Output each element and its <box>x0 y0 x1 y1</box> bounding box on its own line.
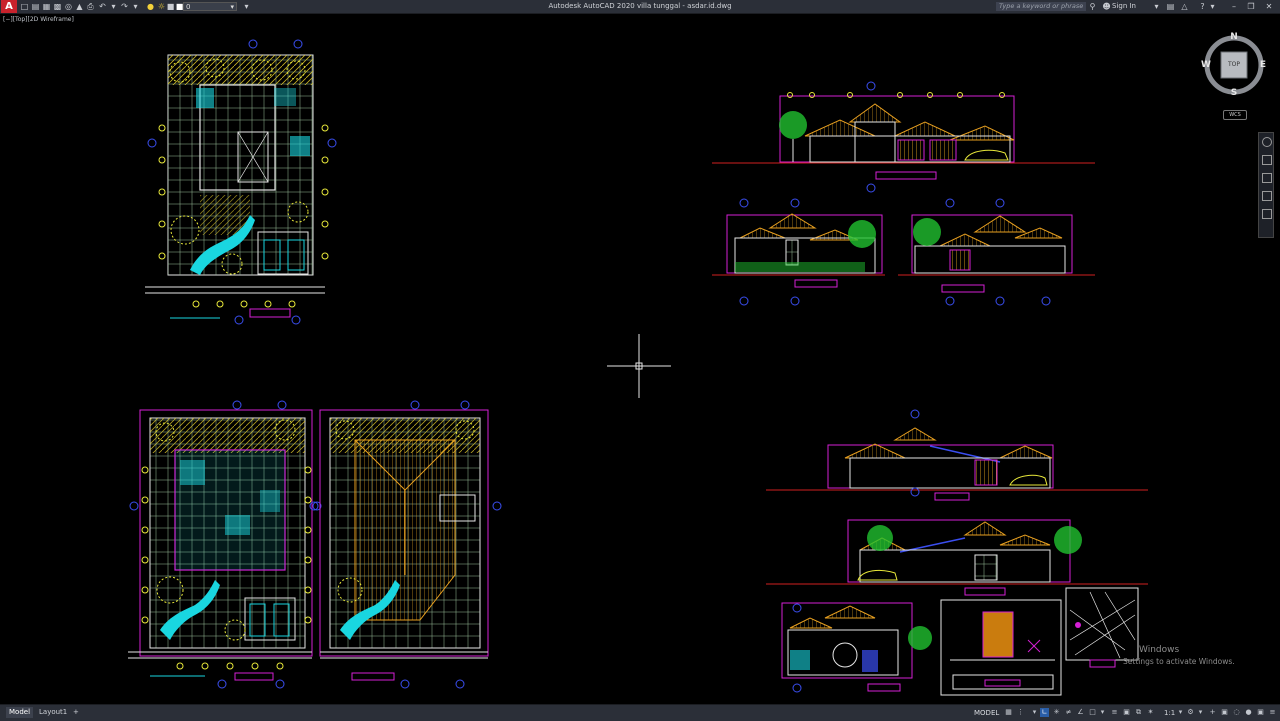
navigation-bar[interactable] <box>1258 132 1274 238</box>
object-snap-icon[interactable]: □ <box>1088 708 1097 717</box>
sun-icon[interactable]: ☼ <box>157 2 166 11</box>
web-open-icon[interactable]: ◎ <box>64 2 73 11</box>
isometric-icon[interactable]: ≠ <box>1064 708 1073 717</box>
lightbulb-icon[interactable]: ● <box>146 2 155 11</box>
workspace-dropdown-icon[interactable]: ▾ <box>1196 708 1205 717</box>
object-snap-dropdown-icon[interactable]: ▾ <box>1098 708 1107 717</box>
object-snap-tracking-icon[interactable]: ∠ <box>1076 708 1085 717</box>
ortho-icon[interactable]: ∟ <box>1040 708 1049 717</box>
compass-east[interactable]: E <box>1257 60 1269 70</box>
tab-layout1[interactable]: Layout1 <box>36 707 70 718</box>
section-c-drawing <box>781 602 932 693</box>
showmotion-icon[interactable] <box>1262 209 1272 219</box>
activation-watermark-text: Settings to activate Windows. <box>1123 657 1235 666</box>
layer-value: 0 <box>186 3 191 11</box>
crosshair-cursor <box>607 334 671 398</box>
selection-cycling-icon[interactable]: ⧉ <box>1134 708 1143 717</box>
annotation-visibility-icon[interactable]: ✶ <box>1146 708 1155 717</box>
minimize-button[interactable]: – <box>1228 0 1240 13</box>
compass-south[interactable]: S <box>1228 88 1240 98</box>
chevron-down-icon: ▾ <box>230 3 234 11</box>
site-plan-drawing <box>145 39 337 325</box>
polar-tracking-icon[interactable]: ✳ <box>1052 708 1061 717</box>
isolate-objects-icon[interactable]: ● <box>1244 708 1253 717</box>
maximize-button[interactable]: ❐ <box>1245 0 1257 13</box>
user-icon[interactable]: ☻ <box>1102 2 1111 11</box>
side-elevation-left-drawing <box>712 198 885 306</box>
zoom-icon[interactable] <box>1262 173 1272 183</box>
snap-icon[interactable]: ⋮ <box>1016 708 1025 717</box>
help-dropdown-icon[interactable]: ▾ <box>1208 2 1217 11</box>
units-icon[interactable]: ◌ <box>1232 708 1241 717</box>
autodesk-account-icon[interactable]: △ <box>1180 2 1189 11</box>
viewcube[interactable]: N S E W TOP <box>1200 30 1269 102</box>
pan-icon[interactable] <box>1262 155 1272 165</box>
floor-plan-drawing <box>128 400 322 689</box>
web-save-icon[interactable]: ▲ <box>75 2 84 11</box>
wcs-menu[interactable]: WCS <box>1223 110 1247 120</box>
lineweight-icon[interactable]: ≡ <box>1110 708 1119 717</box>
close-button[interactable]: ✕ <box>1263 0 1275 13</box>
search-icon[interactable]: ⚲ <box>1088 2 1097 11</box>
customize-icon[interactable]: ≡ <box>1268 708 1277 717</box>
layer-dropdown[interactable]: 0 ▾ <box>183 2 237 11</box>
add-icon[interactable]: + <box>1208 708 1217 717</box>
steering-wheel-icon[interactable] <box>1262 137 1272 147</box>
cad-drawing <box>128 39 1148 696</box>
search-input[interactable]: Type a keyword or phrase <box>996 2 1086 11</box>
new-file-icon[interactable]: □ <box>20 2 29 11</box>
redo-icon[interactable]: ↷ <box>120 2 129 11</box>
section-b-drawing <box>766 519 1148 596</box>
sign-in-dropdown-icon[interactable]: ▾ <box>1152 2 1161 11</box>
elevation-detail-drawing <box>940 599 1062 696</box>
title-bar: A □ ▤ ▦ ▩ ◎ ▲ ⎙ ↶ ▾ ↷ ▾ ● ☼ ■ ■ 0 ▾ ▾ Au… <box>0 0 1280 14</box>
help-icon[interactable]: ? <box>1198 2 1207 11</box>
customize-quick-access-icon[interactable]: ▾ <box>242 2 251 11</box>
autocad-logo[interactable]: A <box>1 0 17 13</box>
annotation-monitor-icon[interactable]: ▣ <box>1220 708 1229 717</box>
autodesk-app-store-icon[interactable]: ▤ <box>1166 2 1175 11</box>
add-layout-button[interactable]: + <box>70 707 82 718</box>
model-space-button[interactable]: MODEL <box>974 708 999 718</box>
open-file-icon[interactable]: ▤ <box>31 2 40 11</box>
front-elevation-drawing <box>712 81 1095 193</box>
sign-in-button[interactable]: Sign In <box>1112 0 1136 13</box>
compass-west[interactable]: W <box>1200 60 1212 70</box>
grid-icon[interactable]: ▦ <box>1004 708 1013 717</box>
plot-icon[interactable]: ⎙ <box>86 2 95 11</box>
undo-icon[interactable]: ↶ <box>98 2 107 11</box>
roof-plan-drawing <box>309 400 502 689</box>
save-as-icon[interactable]: ▩ <box>53 2 62 11</box>
undo-dropdown-icon[interactable]: ▾ <box>109 2 118 11</box>
compass-north[interactable]: N <box>1228 32 1240 42</box>
orbit-icon[interactable] <box>1262 191 1272 201</box>
scale-dropdown-icon[interactable]: ▾ <box>1176 708 1185 717</box>
location-map-drawing <box>1065 587 1139 668</box>
tab-model[interactable]: Model <box>6 707 34 718</box>
clean-screen-icon[interactable]: ▣ <box>1256 708 1265 717</box>
snap-dropdown-icon[interactable]: ▾ <box>1030 708 1039 717</box>
status-bar: Model Layout1 + MODEL ▦ ⋮ ▾ ∟ ✳ ≠ ∠ □ ▾ … <box>0 704 1280 721</box>
side-elevation-right-drawing <box>898 198 1095 306</box>
section-a-drawing <box>766 409 1148 501</box>
redo-dropdown-icon[interactable]: ▾ <box>131 2 140 11</box>
transparency-icon[interactable]: ▣ <box>1122 708 1131 717</box>
save-icon[interactable]: ▦ <box>42 2 51 11</box>
activation-watermark-title: Windows <box>1139 645 1180 655</box>
annotation-scale[interactable]: 1:1 <box>1164 708 1175 718</box>
lock-icon[interactable]: ■ <box>166 2 175 11</box>
workspace-gear-icon[interactable]: ⚙ <box>1186 708 1195 717</box>
viewcube-top-face[interactable]: TOP <box>1221 61 1247 68</box>
